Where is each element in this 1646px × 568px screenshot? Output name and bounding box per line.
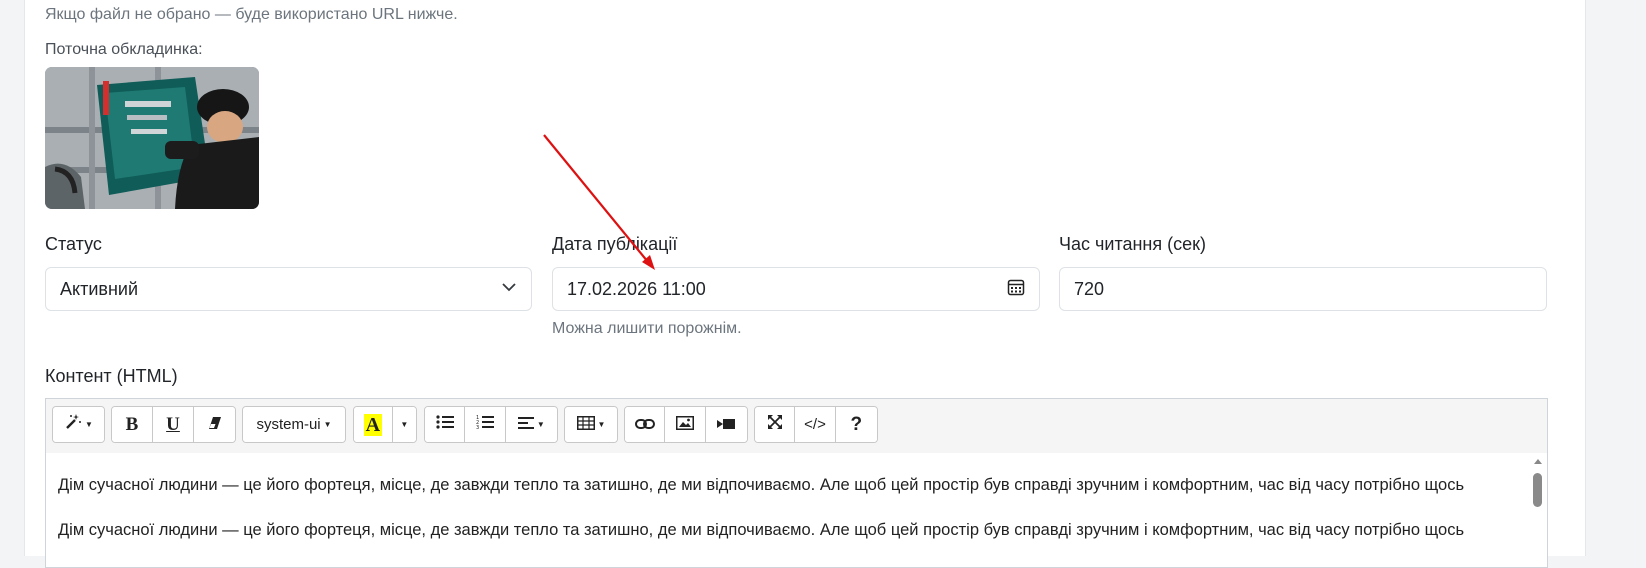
picture-icon bbox=[676, 415, 695, 435]
calendar-icon[interactable] bbox=[1007, 278, 1025, 301]
editor-content-area[interactable]: Дім сучасної людини — це його фортеця, м… bbox=[46, 453, 1529, 567]
unordered-list-button[interactable] bbox=[425, 407, 466, 442]
ordered-list-button[interactable]: 123 bbox=[465, 407, 506, 442]
status-select[interactable]: Активний bbox=[45, 267, 532, 311]
cover-image bbox=[45, 67, 259, 209]
post-form-card: Якщо файл не обрано — буде використано U… bbox=[24, 0, 1586, 568]
table-dropdown[interactable]: ▼ bbox=[565, 407, 617, 442]
insert-group bbox=[624, 406, 748, 443]
editor-scrollbar[interactable] bbox=[1529, 453, 1547, 567]
video-button[interactable] bbox=[705, 407, 747, 442]
scroll-up-icon[interactable] bbox=[1534, 459, 1542, 464]
html-editor: ▼ B U system-ui ▼ A ▼ 1 2 3 ▼ ▼ </> ? Ді… bbox=[45, 398, 1548, 568]
picture-button[interactable] bbox=[665, 407, 706, 442]
font-style-group: B U bbox=[111, 406, 236, 443]
unordered-list-icon bbox=[436, 414, 454, 435]
highlight-button[interactable]: A bbox=[354, 407, 393, 442]
link-button[interactable] bbox=[625, 407, 666, 442]
cover-label: Поточна обкладинка: bbox=[45, 41, 203, 58]
font-name-value: system-ui bbox=[256, 416, 321, 433]
read-time-label: Час читання (сек) bbox=[1059, 234, 1206, 254]
eraser-icon bbox=[208, 415, 222, 435]
ordered-list-icon: 123 bbox=[476, 414, 495, 435]
status-label: Статус bbox=[45, 234, 102, 254]
content-label: Контент (HTML) bbox=[45, 366, 178, 386]
highlight-color-dropdown[interactable]: ▼ bbox=[392, 407, 416, 442]
highlight-group: A ▼ bbox=[353, 406, 417, 443]
content-paragraph: Дім сучасної людини — це його фортеця, м… bbox=[58, 476, 1465, 494]
align-left-icon bbox=[517, 415, 534, 435]
table-group: ▼ bbox=[564, 406, 618, 443]
editor-toolbar: ▼ B U system-ui ▼ A ▼ 1 2 3 ▼ ▼ </> ? bbox=[46, 399, 1547, 454]
font-name-dropdown[interactable]: system-ui ▼ bbox=[243, 407, 345, 442]
scroll-thumb[interactable] bbox=[1533, 473, 1542, 507]
read-time-value: 720 bbox=[1074, 278, 1105, 299]
content-paragraph: Дім сучасної людини — це його фортеця, м… bbox=[58, 521, 1465, 539]
style-group: ▼ bbox=[52, 406, 105, 443]
align-dropdown[interactable]: ▼ bbox=[505, 407, 557, 442]
style-button[interactable]: ▼ bbox=[53, 407, 104, 442]
bold-button[interactable]: B bbox=[112, 407, 153, 442]
video-icon bbox=[717, 415, 736, 435]
link-icon bbox=[634, 415, 655, 435]
clear-format-button[interactable] bbox=[194, 407, 235, 442]
table-icon bbox=[576, 415, 595, 435]
publish-date-label: Дата публікації bbox=[552, 234, 678, 254]
code-view-button[interactable]: </> bbox=[795, 407, 836, 442]
highlight-letter: A bbox=[363, 413, 383, 436]
publish-date-help: Можна лишити порожнім. bbox=[552, 320, 742, 337]
underline-button[interactable]: U bbox=[153, 407, 194, 442]
misc-group: </> ? bbox=[754, 406, 878, 443]
help-button[interactable]: ? bbox=[835, 407, 877, 442]
paragraph-group: 123 ▼ bbox=[424, 406, 558, 443]
read-time-input[interactable]: 720 bbox=[1059, 267, 1547, 311]
url-hint-text: Якщо файл не обрано — буде використано U… bbox=[45, 6, 458, 23]
publish-date-input[interactable]: 17.02.2026 11:00 bbox=[552, 267, 1040, 311]
chevron-down-icon bbox=[501, 279, 517, 300]
publish-date-value: 17.02.2026 11:00 bbox=[567, 278, 706, 299]
font-name-group: system-ui ▼ bbox=[242, 406, 346, 443]
svg-text:3: 3 bbox=[476, 425, 479, 430]
magic-wand-icon bbox=[64, 413, 82, 436]
fullscreen-icon bbox=[767, 414, 783, 435]
fullscreen-button[interactable] bbox=[755, 407, 796, 442]
status-value: Активний bbox=[60, 278, 138, 299]
